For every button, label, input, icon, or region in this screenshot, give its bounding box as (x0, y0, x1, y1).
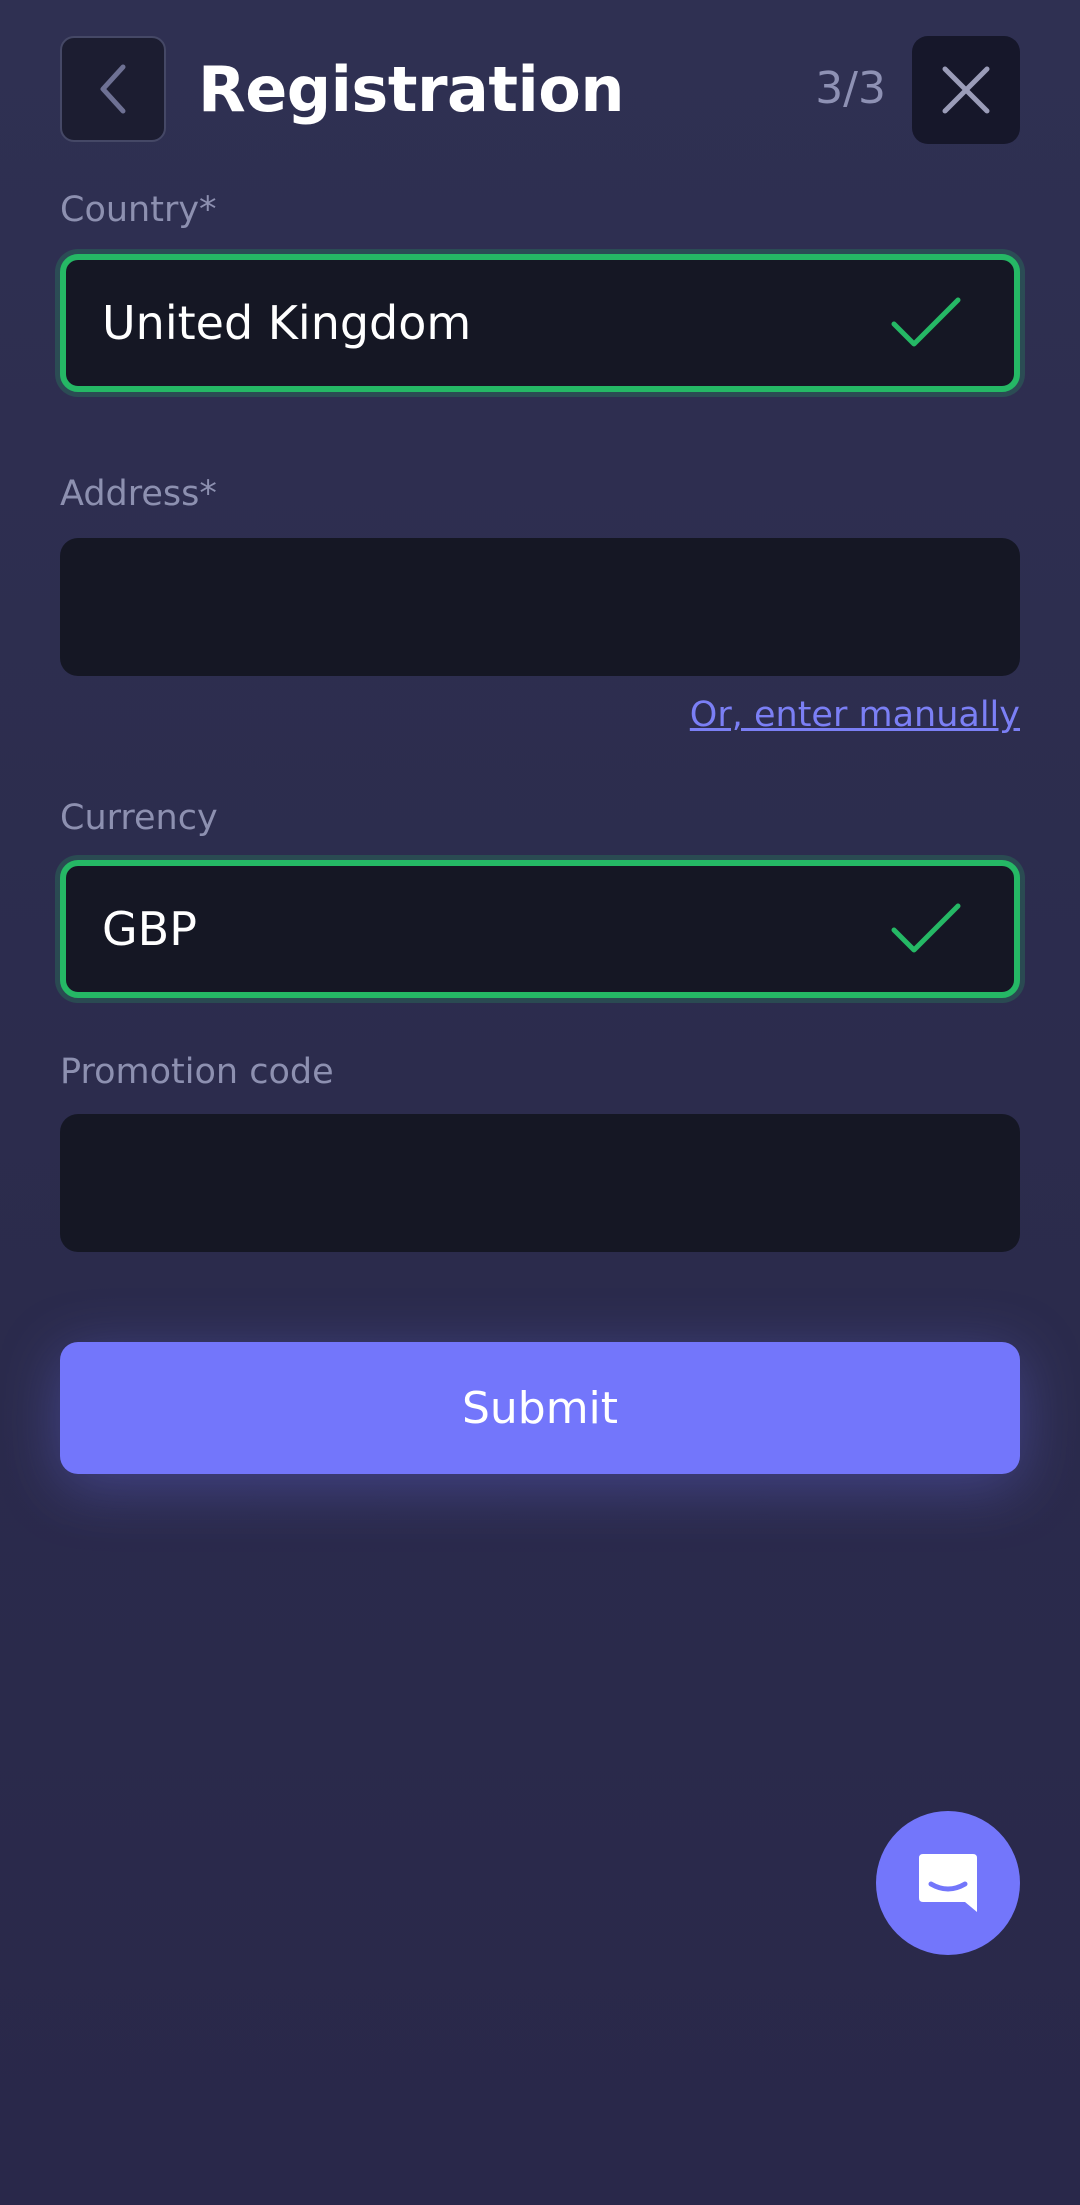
check-icon (891, 903, 961, 953)
close-button[interactable] (912, 36, 1020, 144)
address-input[interactable] (60, 538, 1020, 676)
registration-screen: Registration 3/3 Country* United Kingdom… (0, 0, 1080, 2205)
country-value: United Kingdom (102, 296, 472, 350)
submit-button[interactable]: Submit (60, 1342, 1020, 1474)
enter-manually-link[interactable]: Or, enter manually (690, 693, 1020, 737)
address-label: Address* (60, 474, 217, 514)
promo-code-input[interactable] (60, 1114, 1020, 1252)
currency-field[interactable]: GBP (60, 860, 1020, 998)
currency-label: Currency (60, 798, 218, 838)
submit-label: Submit (461, 1382, 619, 1434)
check-icon (891, 297, 961, 347)
chat-icon (919, 1854, 977, 1912)
country-label: Country* (60, 190, 217, 230)
chevron-left-icon (100, 64, 126, 114)
page-title: Registration (198, 53, 625, 126)
chat-button[interactable] (876, 1811, 1020, 1955)
back-button[interactable] (60, 36, 166, 142)
promo-label: Promotion code (60, 1052, 334, 1092)
step-indicator: 3/3 (815, 63, 886, 114)
close-icon (942, 66, 990, 114)
currency-value: GBP (102, 902, 197, 956)
country-field[interactable]: United Kingdom (60, 254, 1020, 392)
